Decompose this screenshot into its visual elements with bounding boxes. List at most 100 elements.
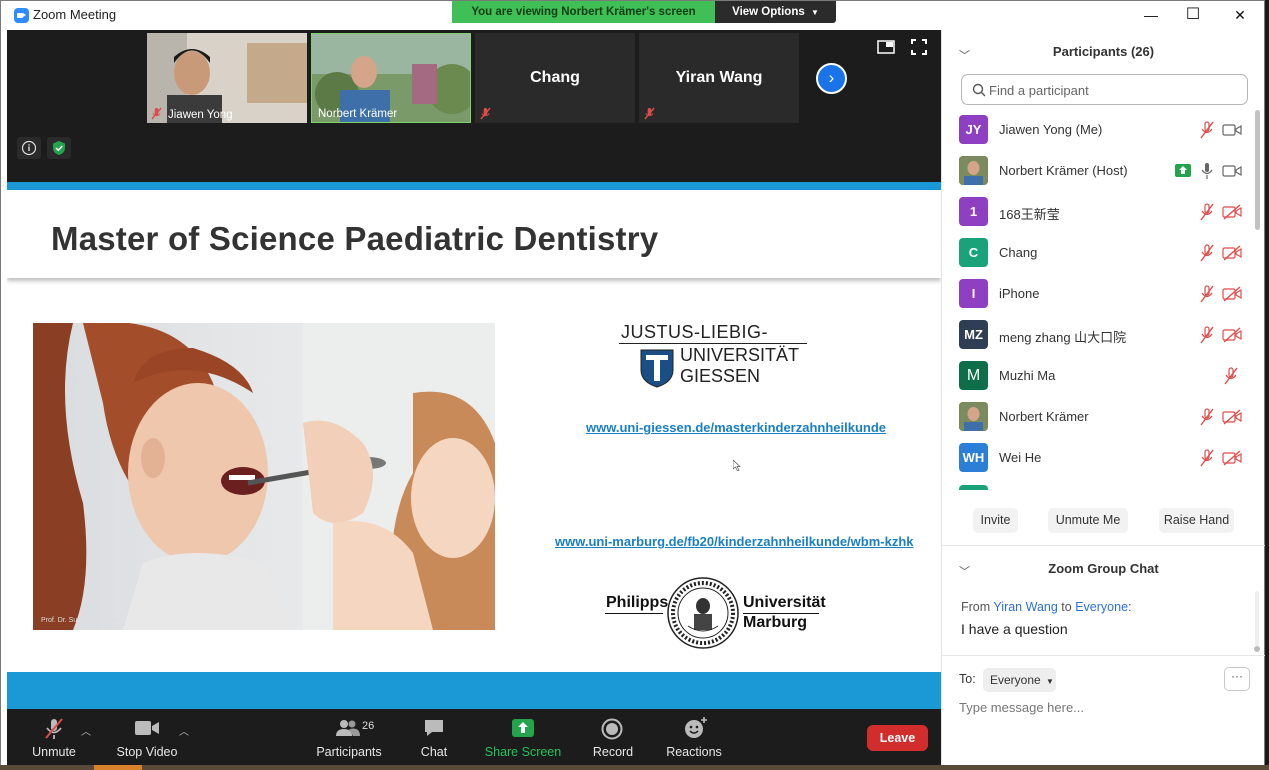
chat-button[interactable]: Chat [409, 709, 459, 765]
chevron-right-icon: › [828, 68, 835, 87]
mouse-cursor-icon [733, 460, 741, 471]
participant-row[interactable]: MZ meng zhang 山大口院 [942, 315, 1252, 356]
stop-video-button[interactable]: Stop Video [107, 709, 187, 765]
video-tile[interactable]: Jiawen Yong [147, 33, 307, 123]
video-off-icon [1222, 327, 1242, 343]
video-tile-active-speaker[interactable]: Norbert Krämer [311, 33, 471, 123]
unmute-button[interactable]: Unmute [19, 709, 89, 765]
from-name[interactable]: Yiran Wang [993, 600, 1057, 614]
participants-icon [336, 720, 360, 736]
participant-name: Norbert Krämer [999, 409, 1089, 424]
recipient-select[interactable]: Everyone ▼ [983, 668, 1056, 692]
info-icon [21, 140, 37, 156]
unmute-me-button[interactable]: Unmute Me [1048, 508, 1128, 533]
participants-count: 26 [362, 720, 375, 732]
avatar: C [959, 238, 988, 267]
video-options-caret-icon[interactable]: ︿ [179, 723, 189, 738]
avatar [959, 402, 988, 431]
muted-mic-icon [1200, 285, 1214, 303]
participant-row[interactable]: M Muzhi Ma [942, 356, 1252, 397]
to-name[interactable]: Everyone [1075, 600, 1128, 614]
next-page-button[interactable]: › [816, 63, 847, 94]
slide-title-box: Master of Science Paediatric Dentistry [7, 190, 941, 278]
participants-title: Participants (26) [1052, 44, 1155, 59]
meeting-info-button[interactable] [17, 137, 41, 159]
share-screen-button[interactable]: Share Screen [483, 709, 563, 765]
window-title: Zoom Meeting [33, 7, 117, 22]
view-layout-icon[interactable] [877, 40, 895, 54]
participant-row[interactable]: C Chang [942, 233, 1252, 274]
participant-name: Chang [999, 245, 1038, 260]
share-screen-icon [1179, 166, 1187, 174]
chat-icon [425, 720, 443, 736]
reactions-button[interactable]: Reactions [659, 709, 729, 765]
unmute-label: Unmute [32, 745, 76, 759]
chat-title: Zoom Group Chat [1048, 561, 1159, 576]
giessen-link[interactable]: www.uni-giessen.de/masterkinderzahnheilk… [586, 420, 886, 435]
to-word: to [1061, 600, 1072, 614]
search-placeholder: Find a participant [989, 83, 1089, 98]
meeting-toolbar: Unmute ︿ Stop Video ︿ 26 Participants Ch… [7, 709, 941, 765]
participant-row[interactable]: WH Wei He [942, 438, 1252, 479]
muted-mic-icon [480, 107, 491, 120]
jlu-crest-icon [640, 349, 674, 388]
share-screen-label: Share Screen [484, 745, 562, 759]
avatar-photo [959, 402, 988, 431]
participants-button[interactable]: 26 Participants [309, 709, 389, 765]
participant-search-input[interactable]: Find a participant [961, 74, 1248, 105]
minimize-button[interactable]: — [1136, 5, 1166, 25]
chat-more-button[interactable]: ··· [1224, 667, 1250, 691]
reactions-icon [685, 717, 707, 738]
video-strip: Jiawen Yong Norbert Krämer Chang Yiran W… [7, 30, 941, 182]
marburg-right2: Marburg [743, 614, 807, 631]
participant-row[interactable]: Norbert Krämer (Host) [942, 151, 1252, 192]
chat-label: Chat [420, 745, 448, 759]
video-tile[interactable]: Chang [475, 33, 635, 123]
chevron-down-icon: ▼ [1046, 677, 1054, 686]
raise-hand-button[interactable]: Raise Hand [1159, 508, 1234, 533]
avatar: M [959, 361, 988, 390]
desktop-taskbar-edge [0, 765, 1269, 770]
audio-options-caret-icon[interactable]: ︿ [81, 723, 91, 738]
invite-button[interactable]: Invite [973, 508, 1018, 533]
video-off-icon [1222, 409, 1242, 425]
leave-button[interactable]: Leave [867, 725, 928, 751]
scrollbar-thumb[interactable] [1255, 110, 1260, 230]
slide-footer-bar [7, 672, 941, 709]
participant-list-scrollbar[interactable] [1253, 110, 1261, 493]
shared-screen-slide: Master of Science Paediatric Dentistry P… [7, 182, 941, 709]
chevron-down-icon: ▼ [810, 8, 819, 17]
muted-mic-icon [644, 107, 655, 120]
participant-row[interactable]: 1 168王新莹 [942, 192, 1252, 233]
recipient-value: Everyone [990, 673, 1041, 687]
slide-header-bar [7, 182, 941, 190]
jlu-line1: JUSTUS-LIEBIG- [621, 322, 769, 342]
marburg-link[interactable]: www.uni-marburg.de/fb20/kinderzahnheilku… [555, 534, 914, 549]
participant-name: meng zhang 山大口院 [999, 330, 1127, 345]
slide-photo: Prof. Dr. Susanne Lücker [33, 323, 495, 630]
video-tile[interactable]: Yiran Wang [639, 33, 799, 123]
maximize-button[interactable]: ☐ [1178, 5, 1208, 25]
view-options-button[interactable]: View Options ▼ [715, 1, 836, 23]
record-button[interactable]: Record [585, 709, 641, 765]
participant-row[interactable]: JY Jiawen Yong (Me) [942, 110, 1252, 151]
avatar-partial [959, 485, 988, 490]
fullscreen-icon[interactable] [911, 39, 927, 55]
stop-video-label: Stop Video [116, 745, 178, 759]
chat-message-input[interactable]: Type message here... [959, 700, 1084, 715]
participant-row[interactable]: Norbert Krämer [942, 397, 1252, 438]
reactions-label: Reactions [666, 745, 722, 759]
chat-scrollbar[interactable] [1253, 591, 1261, 652]
close-button[interactable]: ✕ [1225, 5, 1255, 25]
participant-name: Muzhi Ma [999, 368, 1056, 383]
avatar [959, 156, 988, 185]
share-screen-icon [512, 719, 534, 737]
avatar: WH [959, 443, 988, 472]
marburg-right1: Universität [743, 594, 826, 611]
muted-mic-icon [1200, 121, 1214, 139]
participant-name: Norbert Krämer (Host) [999, 163, 1128, 178]
title-bar: Zoom Meeting You are viewing Norbert Krä… [1, 1, 1264, 30]
video-camera-icon [135, 721, 159, 735]
security-button[interactable] [47, 137, 71, 159]
participant-row[interactable]: I iPhone [942, 274, 1252, 315]
